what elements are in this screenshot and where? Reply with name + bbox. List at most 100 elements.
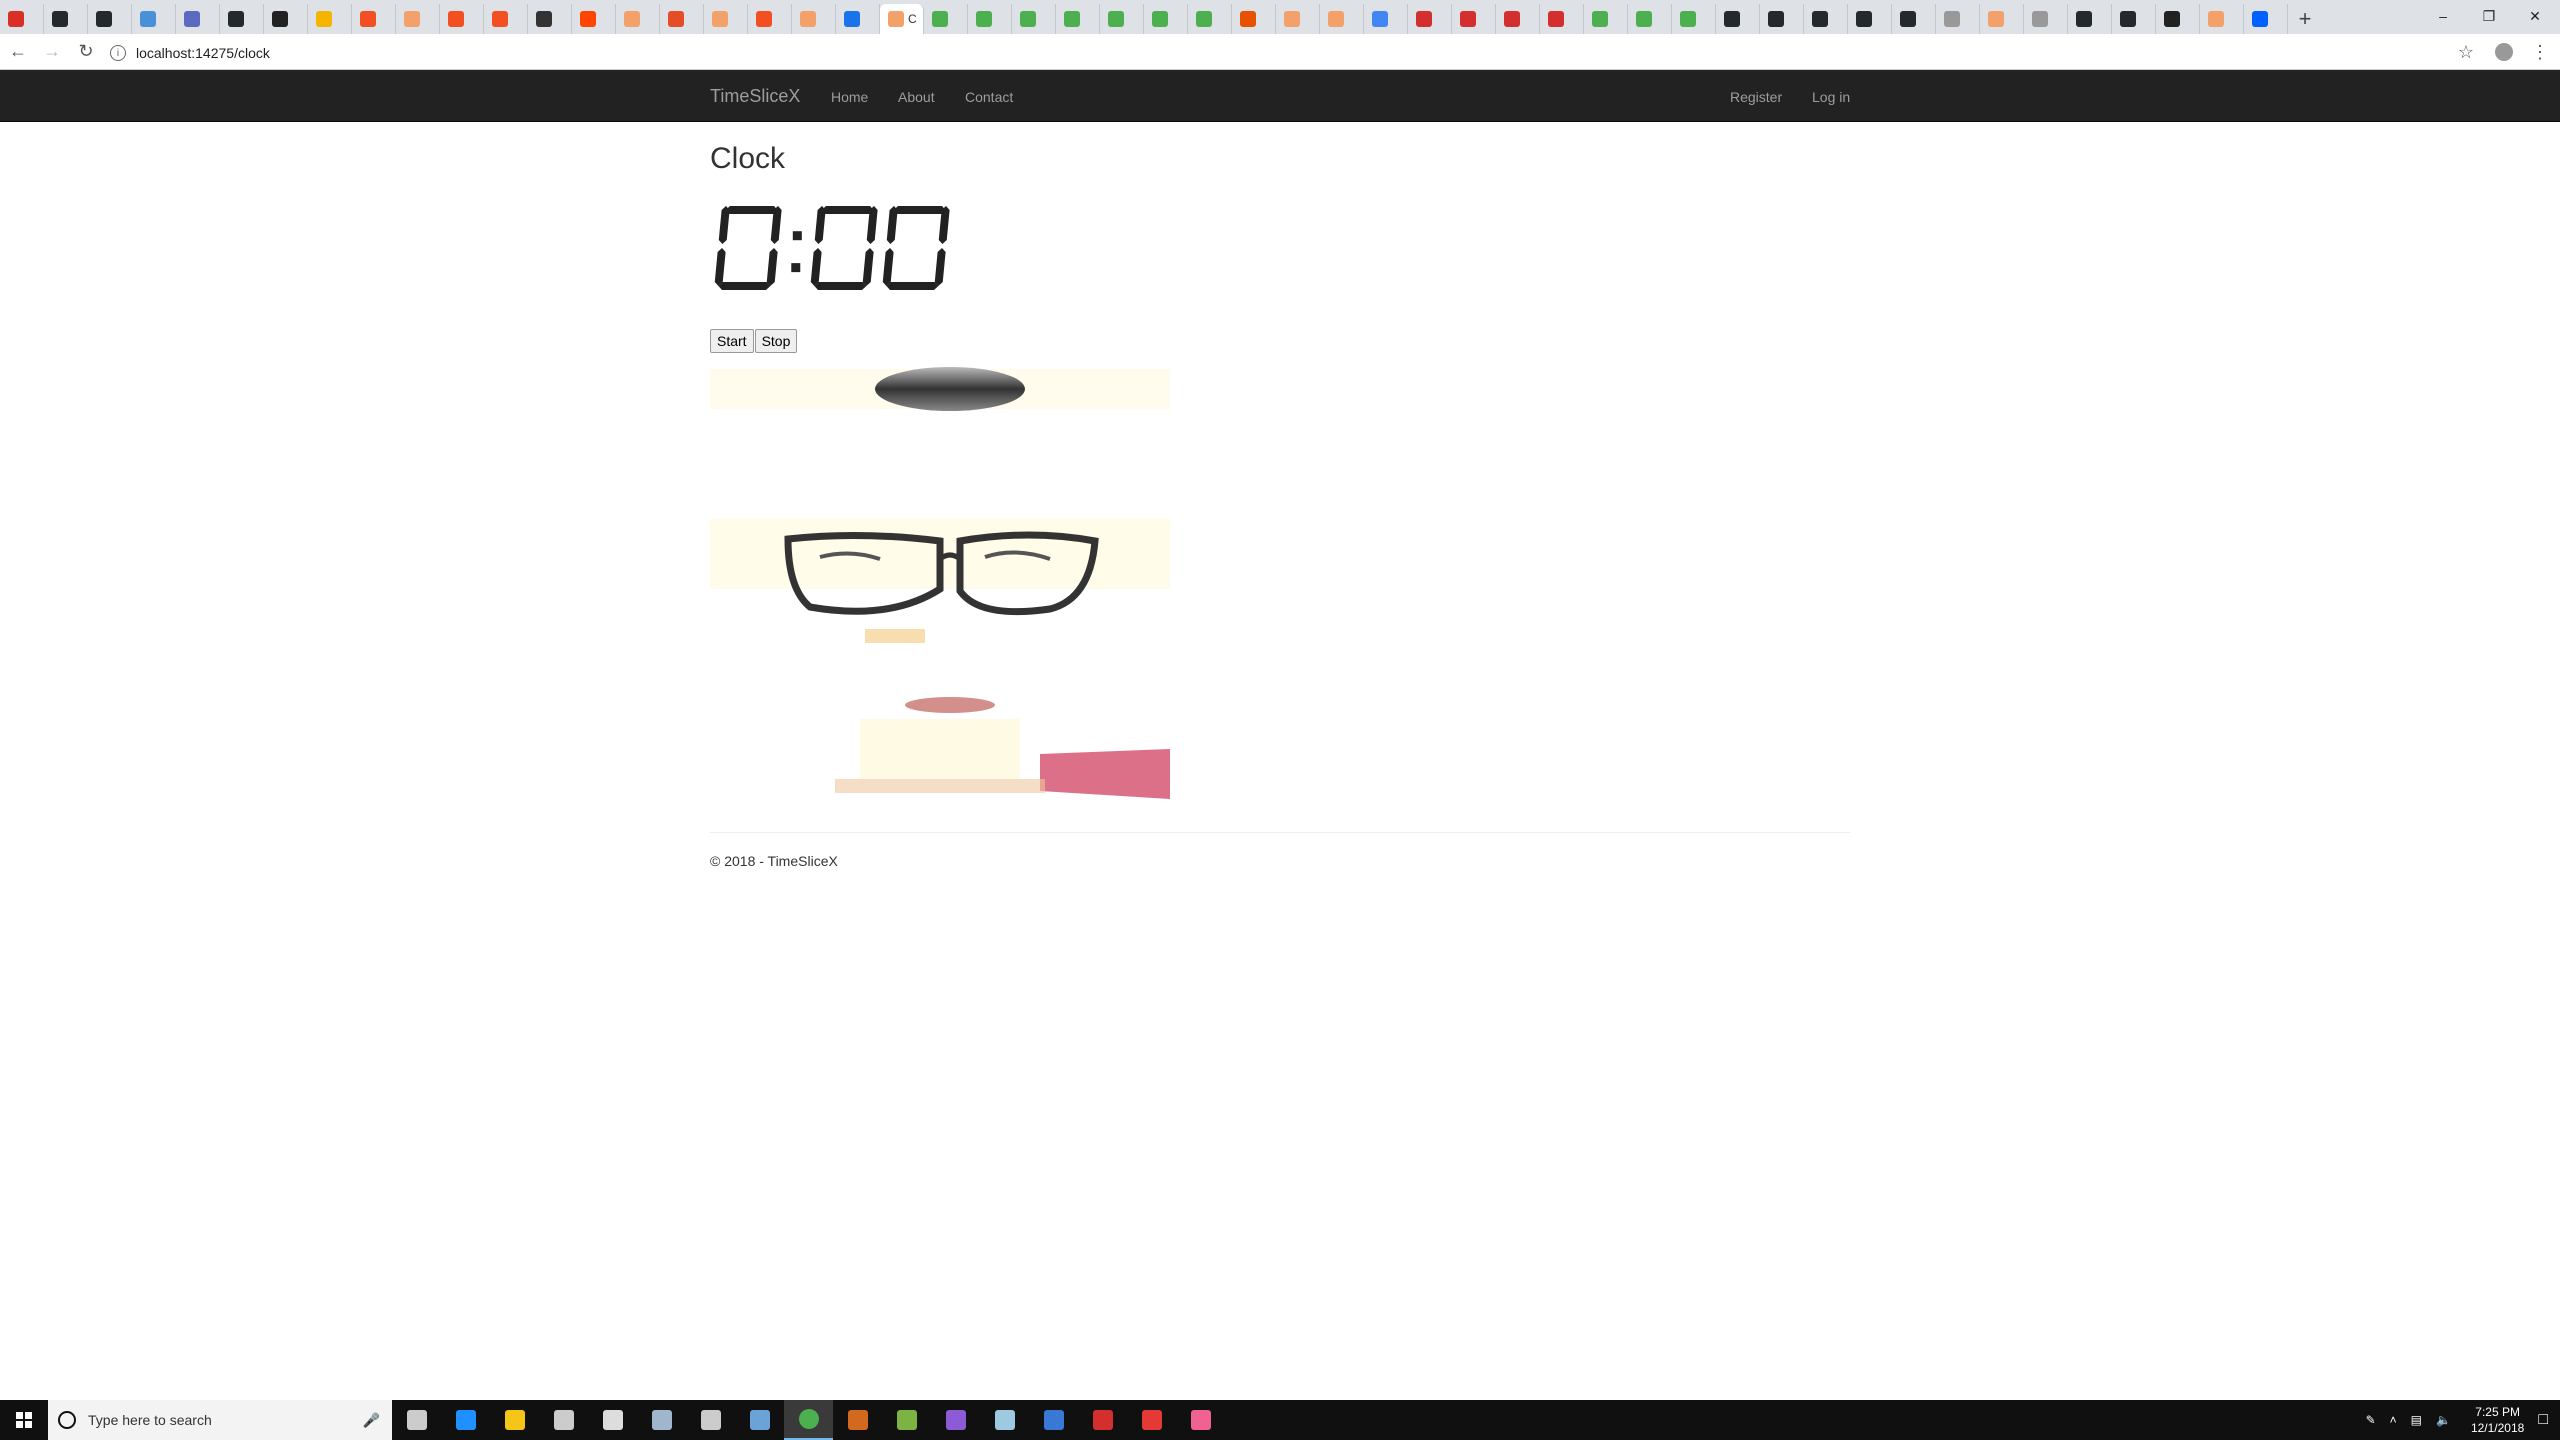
chrome-icon[interactable] [784, 1400, 833, 1440]
browser-tab[interactable] [1320, 4, 1364, 34]
app-icon[interactable] [637, 1400, 686, 1440]
browser-tab[interactable] [1804, 4, 1848, 34]
browser-tab[interactable] [1892, 4, 1936, 34]
restore-icon[interactable]: ❐ [2466, 0, 2512, 32]
close-icon[interactable]: ✕ [2512, 0, 2558, 32]
pen-icon[interactable]: ✎ [2366, 1413, 2376, 1427]
nav-register[interactable]: Register [1730, 89, 1782, 105]
stop-button[interactable]: Stop [754, 329, 798, 353]
browser-tab[interactable] [1452, 4, 1496, 34]
bookmark-star-icon[interactable]: ☆ [2450, 36, 2482, 68]
notification-icon[interactable]: □ [2538, 1411, 2548, 1429]
browser-tab[interactable] [396, 4, 440, 34]
browser-tab[interactable] [792, 4, 836, 34]
site-brand[interactable]: TimeSliceX [710, 86, 800, 107]
app-icon[interactable] [1078, 1400, 1127, 1440]
browser-tab[interactable] [1232, 4, 1276, 34]
browser-tab[interactable] [1012, 4, 1056, 34]
browser-tab[interactable] [748, 4, 792, 34]
app-icon[interactable] [1127, 1400, 1176, 1440]
browser-tab[interactable] [1188, 4, 1232, 34]
nav-contact[interactable]: Contact [965, 89, 1013, 105]
browser-tab[interactable] [660, 4, 704, 34]
maps-icon[interactable] [1176, 1400, 1225, 1440]
browser-tab[interactable] [1980, 4, 2024, 34]
browser-tab[interactable] [968, 4, 1012, 34]
visual-studio-icon[interactable] [931, 1400, 980, 1440]
minimize-icon[interactable]: – [2420, 0, 2466, 32]
browser-tab[interactable] [1760, 4, 1804, 34]
microphone-icon[interactable]: 🎤 [363, 1412, 380, 1429]
start-button[interactable]: Start [710, 329, 754, 353]
browser-tab[interactable] [1936, 4, 1980, 34]
browser-tab[interactable] [1848, 4, 1892, 34]
new-tab-icon[interactable]: + [2288, 4, 2322, 34]
chevron-up-icon[interactable]: ˄ [2390, 1413, 2397, 1427]
browser-tab[interactable] [2068, 4, 2112, 34]
app-icon[interactable] [833, 1400, 882, 1440]
app-icon[interactable] [735, 1400, 784, 1440]
app-icon[interactable] [980, 1400, 1029, 1440]
task-view-icon[interactable] [392, 1400, 441, 1440]
browser-tab[interactable] [1496, 4, 1540, 34]
app-icon[interactable] [882, 1400, 931, 1440]
browser-tab[interactable] [1540, 4, 1584, 34]
cortana-icon [58, 1411, 76, 1429]
browser-tab[interactable] [308, 4, 352, 34]
nav-login[interactable]: Log in [1812, 89, 1850, 105]
taskbar-clock[interactable]: 7:25 PM 12/1/2018 [2471, 1404, 2524, 1436]
browser-tab[interactable] [1672, 4, 1716, 34]
store-icon[interactable] [539, 1400, 588, 1440]
browser-tab[interactable] [2112, 4, 2156, 34]
browser-tab[interactable] [572, 4, 616, 34]
terminal-icon[interactable] [686, 1400, 735, 1440]
network-icon[interactable]: ▤ [2411, 1413, 2422, 1427]
browser-tab[interactable] [1364, 4, 1408, 34]
volume-icon[interactable]: 🔈 [2436, 1413, 2451, 1427]
browser-tab[interactable] [1628, 4, 1672, 34]
browser-tab[interactable] [264, 4, 308, 34]
browser-tab[interactable] [1584, 4, 1628, 34]
browser-tab-active[interactable]: C✕ [880, 4, 924, 34]
browser-tab[interactable] [2200, 4, 2244, 34]
browser-tab[interactable] [352, 4, 396, 34]
browser-tab[interactable] [924, 4, 968, 34]
nav-home[interactable]: Home [831, 89, 868, 105]
browser-tab[interactable] [44, 4, 88, 34]
browser-tab[interactable] [2024, 4, 2068, 34]
info-icon[interactable]: i [110, 45, 126, 61]
browser-tab[interactable] [2156, 4, 2200, 34]
browser-tab[interactable] [528, 4, 572, 34]
menu-icon[interactable]: ⋮ [2524, 36, 2556, 68]
browser-tab[interactable] [1276, 4, 1320, 34]
taskbar-search[interactable]: Type here to search 🎤 [48, 1400, 392, 1440]
edge-icon[interactable] [441, 1400, 490, 1440]
forward-icon[interactable]: → [36, 36, 68, 68]
profile-icon[interactable] [2488, 36, 2520, 68]
browser-tab[interactable] [484, 4, 528, 34]
browser-tab[interactable] [1408, 4, 1452, 34]
browser-tab[interactable] [220, 4, 264, 34]
address-bar[interactable]: i localhost:14275/clock [110, 40, 2400, 66]
browser-tab[interactable] [132, 4, 176, 34]
reload-icon[interactable]: ↻ [70, 36, 102, 68]
browser-tab[interactable] [1056, 4, 1100, 34]
taskbar-app-glyph [504, 1410, 525, 1430]
browser-tab[interactable] [2244, 4, 2288, 34]
mail-icon[interactable] [588, 1400, 637, 1440]
browser-tab[interactable] [0, 4, 44, 34]
powershell-icon[interactable] [1029, 1400, 1078, 1440]
nav-about[interactable]: About [898, 89, 935, 105]
browser-tab[interactable] [1144, 4, 1188, 34]
browser-tab[interactable] [1100, 4, 1144, 34]
browser-tab[interactable] [704, 4, 748, 34]
browser-tab[interactable] [88, 4, 132, 34]
back-icon[interactable]: ← [2, 36, 34, 68]
browser-tab[interactable] [616, 4, 660, 34]
browser-tab[interactable] [176, 4, 220, 34]
browser-tab[interactable] [1716, 4, 1760, 34]
browser-tab[interactable] [836, 4, 880, 34]
start-button[interactable] [0, 1400, 48, 1440]
browser-tab[interactable] [440, 4, 484, 34]
file-explorer-icon[interactable] [490, 1400, 539, 1440]
